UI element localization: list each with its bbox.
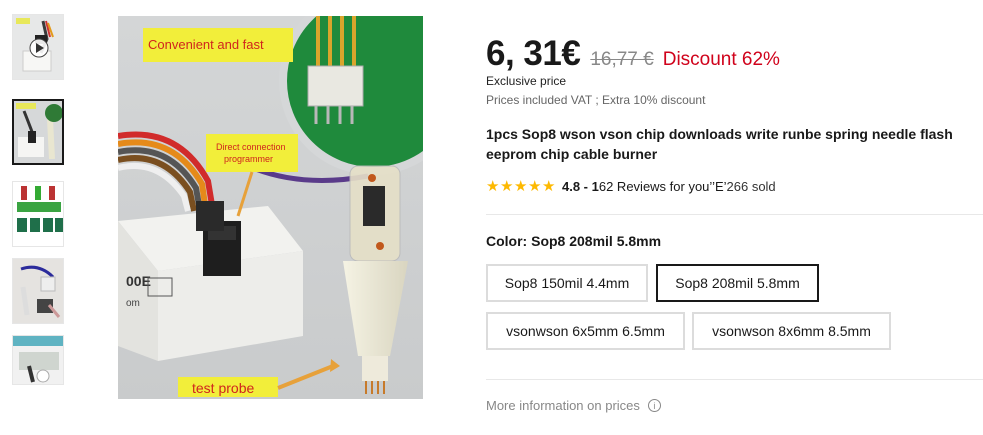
- star-icon: ★: [486, 178, 500, 195]
- variant-option-sop8-150mil[interactable]: Sop8 150mil 4.4mm: [486, 264, 648, 302]
- svg-text:om: om: [126, 298, 140, 309]
- current-price: 6, 31€: [486, 34, 581, 73]
- rating-row[interactable]: ★ ★ ★ ★ ★ 4.8 - 1 62 Reviews for you’’E’…: [486, 179, 776, 194]
- price-row: 6, 31€ 16,77 € Discount 62%: [486, 34, 780, 74]
- svg-text:programmer: programmer: [224, 154, 273, 164]
- divider: [486, 379, 983, 380]
- more-info-label: More information on prices: [486, 398, 640, 413]
- thumbnail-2[interactable]: [12, 99, 64, 165]
- variant-option-vsonwson-8x6[interactable]: vsonwson 8x6mm 8.5mm: [692, 312, 891, 350]
- more-price-info-link[interactable]: More information on prices i: [486, 398, 661, 413]
- reviews-link[interactable]: 62 Reviews for you’’E’: [599, 179, 727, 194]
- info-icon[interactable]: i: [647, 399, 661, 412]
- svg-text:00E: 00E: [126, 273, 151, 289]
- star-rating: ★ ★ ★ ★ ★: [486, 179, 556, 194]
- vat-note: Prices included VAT ; Extra 10% discount: [486, 93, 706, 107]
- star-icon: ★: [542, 178, 556, 195]
- callout-convenient: Convenient and fast: [148, 37, 264, 52]
- original-price: 16,77 €: [590, 49, 654, 70]
- main-product-image[interactable]: 00E om Convenient and fast Direct connec…: [118, 16, 423, 399]
- sold-count: 266 sold: [726, 179, 776, 194]
- product-title: 1pcs Sop8 wson vson chip downloads write…: [486, 126, 953, 162]
- rating-score: 4.8 - 1: [562, 179, 599, 194]
- star-icon: ★: [528, 178, 542, 195]
- star-icon: ★: [514, 178, 528, 195]
- star-icon: ★: [500, 178, 514, 195]
- thumbnail-5[interactable]: [12, 335, 64, 385]
- video-play-icon[interactable]: [29, 38, 49, 58]
- thumbnail-3[interactable]: [12, 181, 64, 247]
- discount-label: Discount 62%: [662, 49, 780, 70]
- thumbnail-4[interactable]: [12, 258, 64, 324]
- variant-label: Color: Sop8 208mil 5.8mm: [486, 233, 662, 249]
- exclusive-price-label: Exclusive price: [486, 74, 567, 88]
- divider: [486, 214, 983, 215]
- thumbnail-1[interactable]: [12, 14, 64, 80]
- callout-test-probe: test probe: [192, 380, 254, 396]
- variant-option-sop8-208mil[interactable]: Sop8 208mil 5.8mm: [656, 264, 819, 302]
- variant-option-vsonwson-6x5[interactable]: vsonwson 6x5mm 6.5mm: [486, 312, 685, 350]
- svg-text:Direct connection: Direct connection: [216, 142, 286, 152]
